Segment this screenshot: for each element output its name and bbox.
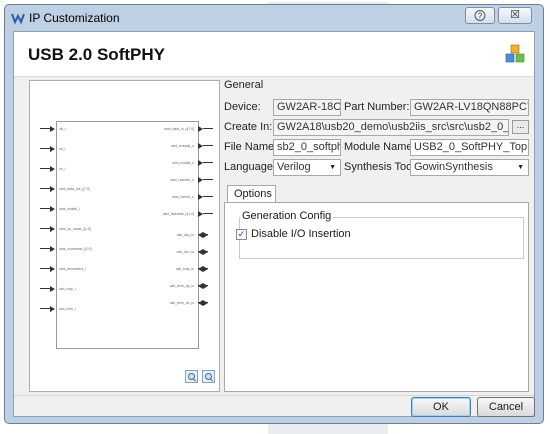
- port-label: utmi_txready_o: [170, 144, 194, 148]
- create-in-field: GW2A18\usb20_demo\usb2iis_src\src\usb2_0…: [273, 119, 509, 136]
- port-en_i: en_i: [40, 165, 100, 173]
- cancel-button[interactable]: Cancel: [477, 397, 535, 417]
- module-name-input[interactable]: USB2_0_SoftPHY_Top: [410, 139, 529, 156]
- chevron-down-icon: ▼: [329, 164, 336, 171]
- device-field: GW2AR-18C: [273, 99, 341, 116]
- port-label: usb_term_dp_io: [169, 284, 194, 288]
- chevron-down-icon: ▼: [517, 164, 524, 171]
- port-label: usb_dxn_io: [176, 250, 194, 254]
- help-icon: ?: [474, 10, 486, 21]
- gowin-logo-icon: [11, 13, 25, 25]
- page-title: USB 2.0 SoftPHY: [28, 45, 165, 64]
- port-utmi_rxvalid_o: utmi_rxvalid_o: [153, 159, 213, 167]
- svg-text:?: ?: [478, 12, 483, 21]
- part-number-label: Part Number:: [344, 101, 410, 113]
- port-label: utmi_rxactive_o: [170, 178, 194, 182]
- port-rst_i: rst_i: [40, 145, 100, 153]
- window-title: IP Customization: [29, 11, 120, 25]
- port-utmi_xcvrselect_i[1:0]: utmi_xcvrselect_i[1:0]: [40, 245, 100, 253]
- create-in-label: Create In:: [224, 121, 273, 133]
- port-utmi_rxerror_o: utmi_rxerror_o: [153, 193, 213, 201]
- port-label: utmi_rxerror_o: [171, 195, 194, 199]
- disable-io-label: Disable I/O Insertion: [251, 228, 351, 240]
- port-label: usb_dxp_io: [176, 233, 194, 237]
- device-label: Device:: [224, 101, 261, 113]
- zoom-in-button[interactable]: [185, 370, 198, 383]
- port-label: usb_rxdp_i: [59, 287, 76, 291]
- port-label: rst_i: [59, 147, 66, 151]
- port-utmi_linestate_o[1:0]: utmi_linestate_o[1:0]: [153, 210, 213, 218]
- port-usb_rxdn_i: usb_rxdn_i: [40, 305, 100, 313]
- port-utmi_data_out_i[7:0]: utmi_data_out_i[7:0]: [40, 185, 100, 193]
- browse-button[interactable]: ...: [512, 120, 529, 134]
- cubes-icon: [505, 44, 525, 63]
- port-label: utmi_rxvalid_o: [172, 161, 194, 165]
- port-clk_i: clk_i: [40, 125, 100, 133]
- title-bar[interactable]: IP Customization ? ☒: [5, 5, 543, 31]
- language-label: Language:: [224, 161, 276, 173]
- port-label: utmi_txvalid_i: [59, 207, 80, 211]
- port-utmi_txready_o: utmi_txready_o: [153, 142, 213, 150]
- dialog-header: USB 2.0 SoftPHY: [14, 32, 534, 77]
- port-label: utmi_xcvrselect_i[1:0]: [59, 247, 92, 251]
- general-section-label: General: [224, 79, 264, 91]
- port-utmi_termselect_i: utmi_termselect_i: [40, 265, 100, 273]
- dialog-body: USB 2.0 SoftPHY clk_i rst_i en_i utmi_data_…: [13, 31, 535, 417]
- module-preview-panel: clk_i rst_i en_i utmi_data_out_i[7:0] utmi_t…: [29, 80, 220, 392]
- close-button[interactable]: ☒: [498, 7, 532, 24]
- port-usb_term_dp_io: usb_term_dp_io: [153, 282, 213, 290]
- port-label: en_i: [59, 167, 66, 171]
- port-label: utmi_termselect_i: [59, 267, 86, 271]
- port-utmi_data_in_o[7:0]: utmi_data_in_o[7:0]: [153, 125, 213, 133]
- help-button[interactable]: ?: [465, 7, 495, 24]
- port-utmi_op_mode_i[1:0]: utmi_op_mode_i[1:0]: [40, 225, 100, 233]
- module-name-label: Module Name:: [344, 141, 416, 153]
- close-icon: ☒: [510, 9, 520, 21]
- port-label: utmi_op_mode_i[1:0]: [59, 227, 91, 231]
- synthesis-tool-value: GowinSynthesis: [414, 161, 493, 173]
- ok-button[interactable]: OK: [411, 397, 471, 417]
- zoom-out-button[interactable]: [202, 370, 215, 383]
- port-usb_txdp_io: usb_txdp_io: [153, 265, 213, 273]
- port-label: utmi_data_in_o[7:0]: [164, 127, 194, 131]
- checkmark-icon: ✓: [237, 229, 246, 239]
- generation-config-title: Generation Config: [240, 210, 334, 222]
- synthesis-tool-label: Synthesis Tool:: [344, 161, 418, 173]
- port-utmi_rxactive_o: utmi_rxactive_o: [153, 176, 213, 184]
- port-label: usb_txdp_io: [175, 267, 194, 271]
- port-utmi_txvalid_i: utmi_txvalid_i: [40, 205, 100, 213]
- synthesis-tool-select[interactable]: GowinSynthesis ▼: [410, 159, 529, 176]
- footer-divider: [14, 395, 534, 396]
- port-label: utmi_data_out_i[7:0]: [59, 187, 90, 191]
- ip-customization-dialog: IP Customization ? ☒ USB 2.0 SoftPHY clk…: [4, 4, 544, 424]
- port-label: usb_term_dn_io: [169, 301, 194, 305]
- tab-options[interactable]: Options: [227, 185, 276, 203]
- port-usb_term_dn_io: usb_term_dn_io: [153, 299, 213, 307]
- port-usb_rxdp_i: usb_rxdp_i: [40, 285, 100, 293]
- port-label: usb_rxdn_i: [59, 307, 76, 311]
- port-label: utmi_linestate_o[1:0]: [162, 212, 194, 216]
- part-number-field: GW2AR-LV18QN88PC7/I6: [410, 99, 529, 116]
- language-select[interactable]: Verilog ▼: [273, 159, 341, 176]
- port-usb_dxn_io: usb_dxn_io: [153, 248, 213, 256]
- port-usb_dxp_io: usb_dxp_io: [153, 231, 213, 239]
- port-label: clk_i: [59, 127, 66, 131]
- file-name-label: File Name:: [224, 141, 278, 153]
- disable-io-checkbox[interactable]: ✓: [236, 229, 247, 240]
- language-value: Verilog: [277, 161, 311, 173]
- file-name-input[interactable]: sb2_0_softphy: [273, 139, 341, 156]
